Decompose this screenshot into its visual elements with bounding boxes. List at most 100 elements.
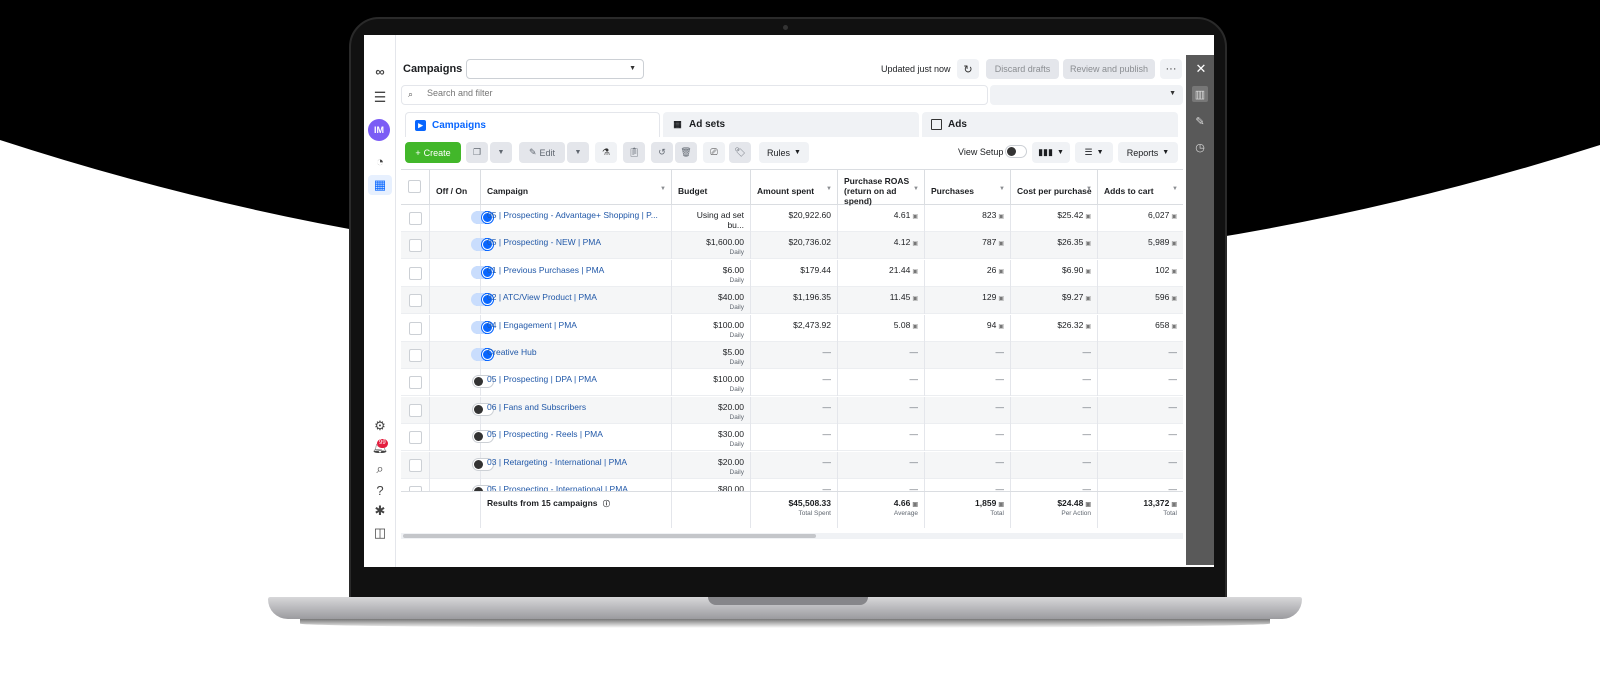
header-adds-to-cart[interactable]: Adds to cart ▼ bbox=[1098, 170, 1183, 205]
table-row[interactable]: 05 | Prospecting | DPA | PMA $100.00 Daily… bbox=[401, 369, 1183, 397]
row-checkbox[interactable] bbox=[409, 294, 422, 308]
table-row[interactable]: 05 | Prospecting - Reels | PMA $30.00 Dail… bbox=[401, 424, 1183, 452]
close-icon[interactable]: ✕ bbox=[1193, 61, 1209, 77]
rules-button[interactable]: Rules ▼ bbox=[759, 142, 809, 163]
table-row[interactable]: 05 | Prospecting - NEW | PMA $1,600.00 Dai… bbox=[401, 232, 1183, 260]
campaigns-grid-icon[interactable]: ▦ bbox=[368, 175, 392, 195]
tab-ad-sets[interactable]: ▦ Ad sets bbox=[663, 112, 919, 137]
tag-button[interactable]: 🏷︎ bbox=[729, 142, 751, 163]
table-row[interactable]: 05 | Prospecting - Advantage+ Shopping |… bbox=[401, 205, 1183, 232]
row-checkbox[interactable] bbox=[409, 431, 422, 445]
tab-campaigns[interactable]: ▸ Campaigns bbox=[405, 112, 660, 137]
row-toggle-cell bbox=[430, 342, 494, 369]
search-input[interactable] bbox=[427, 88, 967, 98]
pencil-icon: ✎ bbox=[528, 147, 537, 157]
clipboard-button[interactable]: 📋︎ bbox=[623, 142, 645, 163]
total-caption: Total bbox=[990, 510, 1004, 517]
cpp-cell: $9.27 ▣ bbox=[1011, 287, 1098, 315]
clock-icon[interactable]: ◷ bbox=[1192, 139, 1208, 155]
row-checkbox[interactable] bbox=[409, 212, 422, 225]
campaign-link[interactable]: 04 | Engagement | PMA bbox=[487, 320, 577, 330]
header-select-all[interactable] bbox=[401, 170, 430, 205]
header-purchases[interactable]: Purchases ▼ bbox=[925, 170, 1011, 205]
select-all-checkbox[interactable] bbox=[408, 180, 421, 193]
table-row[interactable]: Creative Hub $5.00 Daily — — — — — bbox=[401, 342, 1183, 369]
panel-toggle-icon[interactable]: ◫ bbox=[370, 523, 390, 543]
menu-icon[interactable]: ☰ bbox=[370, 87, 390, 107]
discard-drafts-button[interactable]: Discard drafts bbox=[986, 59, 1059, 79]
table-row[interactable]: 06 | Fans and Subscribers $20.00 Daily — — — —… bbox=[401, 396, 1183, 424]
edit-menu-button[interactable]: ▼ bbox=[567, 142, 589, 163]
info-icon: ▣ bbox=[912, 502, 918, 508]
tab-ads[interactable]: Ads bbox=[922, 112, 1178, 137]
campaign-link[interactable]: 05 | Prospecting - Advantage+ Shopping |… bbox=[487, 210, 658, 220]
roas-value: — bbox=[909, 347, 919, 357]
edit-button[interactable]: ✎ Edit bbox=[519, 142, 565, 163]
row-checkbox[interactable] bbox=[409, 239, 422, 253]
campaign-link[interactable]: 01 | Previous Purchases | PMA bbox=[487, 265, 604, 275]
spent-value: — bbox=[822, 429, 832, 440]
row-checkbox[interactable] bbox=[409, 349, 422, 362]
row-checkbox[interactable] bbox=[409, 266, 422, 280]
campaign-link[interactable]: 05 | Prospecting | DPA | PMA bbox=[487, 374, 597, 384]
refresh-button[interactable]: ↻ bbox=[957, 59, 979, 79]
chart-icon[interactable]: ▥ bbox=[1192, 86, 1208, 102]
row-checkbox[interactable] bbox=[409, 458, 422, 472]
meta-logo-icon[interactable]: ∞ bbox=[370, 61, 390, 81]
purchases-cell: — bbox=[925, 396, 1011, 424]
table-row[interactable]: 03 | Retargeting - International | PMA $2… bbox=[401, 451, 1183, 479]
avatar[interactable]: IM bbox=[368, 119, 390, 141]
undo-button[interactable]: ↺ bbox=[651, 142, 673, 163]
cpp-value: $26.32 bbox=[1057, 319, 1084, 330]
more-button[interactable]: ··· bbox=[1160, 59, 1182, 79]
header-off-on[interactable]: Off / On bbox=[430, 170, 481, 205]
campaign-name-cell: 01 | Previous Purchases | PMA bbox=[481, 259, 672, 287]
campaign-link[interactable]: 02 | ATC/View Product | PMA bbox=[487, 292, 597, 302]
row-checkbox[interactable] bbox=[409, 321, 422, 335]
spent-cell: — bbox=[751, 451, 838, 479]
dashboard-icon[interactable]: ◔ bbox=[370, 151, 390, 171]
budget-period: Daily bbox=[729, 386, 744, 394]
table-row[interactable]: 01 | Previous Purchases | PMA $6.00 Daily $… bbox=[401, 259, 1183, 287]
reports-button[interactable]: Reports ▼ bbox=[1118, 142, 1178, 163]
cpp-value: $26.35 bbox=[1057, 237, 1084, 248]
header-purchase-roas[interactable]: Purchase ROAS (return on ad spend) ▼ bbox=[838, 170, 925, 206]
bug-report-icon[interactable]: ✱ bbox=[370, 501, 390, 521]
pencil-icon[interactable]: ✎ bbox=[1192, 113, 1208, 129]
settings-icon[interactable]: ⚙ bbox=[370, 416, 390, 436]
create-button[interactable]: + Create bbox=[405, 142, 461, 163]
horizontal-scrollbar[interactable] bbox=[403, 534, 816, 538]
header-cost-per-purchase[interactable]: Cost per purchase ▼ bbox=[1011, 170, 1098, 205]
campaign-link[interactable]: Creative Hub bbox=[487, 347, 537, 357]
info-icon[interactable]: ⓘ bbox=[603, 501, 610, 508]
row-toggle-cell bbox=[430, 424, 494, 452]
review-publish-button[interactable]: Review and publish bbox=[1063, 59, 1155, 79]
row-checkbox[interactable] bbox=[409, 403, 422, 417]
preview-button[interactable]: ⎚ bbox=[703, 142, 725, 163]
table-row[interactable]: 04 | Engagement | PMA $100.00 Daily $2,473.… bbox=[401, 314, 1183, 342]
campaign-link[interactable]: 03 | Retargeting - International | PMA bbox=[487, 457, 627, 467]
header-amount-spent[interactable]: Amount spent ▼ bbox=[751, 170, 838, 205]
header-budget[interactable]: Budget bbox=[672, 170, 751, 205]
search-bar[interactable]: ⌕ bbox=[401, 85, 988, 105]
row-checkbox[interactable] bbox=[409, 376, 422, 390]
breakdown-button[interactable]: ☰ ▼ bbox=[1075, 142, 1113, 163]
campaign-link[interactable]: 06 | Fans and Subscribers bbox=[487, 402, 586, 412]
search-icon[interactable]: ⌕ bbox=[370, 459, 390, 479]
filter-dropdown[interactable]: ▼ bbox=[990, 85, 1183, 105]
help-icon[interactable]: ? bbox=[370, 480, 390, 500]
columns-button[interactable]: ▮▮▮ ▼ bbox=[1032, 142, 1070, 163]
duplicate-menu-button[interactable]: ▼ bbox=[490, 142, 512, 163]
view-setup-toggle[interactable] bbox=[1005, 145, 1027, 158]
campaign-name-cell: 05 | Prospecting - Reels | PMA bbox=[481, 424, 672, 452]
campaign-select[interactable]: ▼ bbox=[466, 59, 644, 79]
campaign-link[interactable]: 05 | Prospecting - Reels | PMA bbox=[487, 429, 603, 439]
total-value: $45,508.33 bbox=[788, 498, 831, 508]
campaign-name-cell: 05 | Prospecting | DPA | PMA bbox=[481, 369, 672, 397]
duplicate-button[interactable]: ❐ bbox=[466, 142, 488, 163]
campaign-link[interactable]: 05 | Prospecting - NEW | PMA bbox=[487, 237, 601, 247]
delete-button[interactable]: 🗑︎ bbox=[675, 142, 697, 163]
header-campaign[interactable]: Campaign ▼ bbox=[481, 170, 672, 205]
table-row[interactable]: 02 | ATC/View Product | PMA $40.00 Daily $1… bbox=[401, 287, 1183, 315]
ab-test-button[interactable]: ⚗ bbox=[595, 142, 617, 163]
